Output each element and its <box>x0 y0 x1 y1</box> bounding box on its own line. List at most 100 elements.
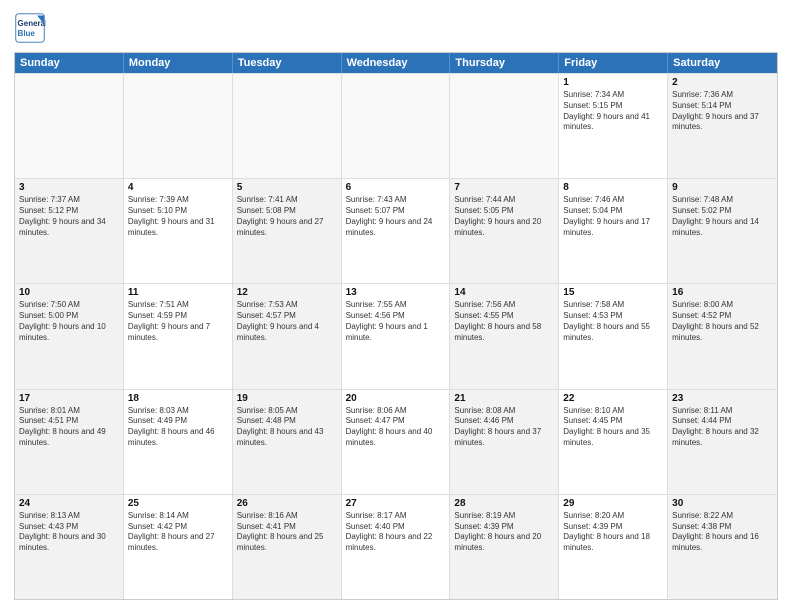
day-info: Sunrise: 7:43 AM Sunset: 5:07 PM Dayligh… <box>346 195 446 238</box>
day-number: 5 <box>237 182 337 193</box>
cal-cell-day: 5 Sunrise: 7:41 AM Sunset: 5:08 PM Daylig… <box>233 179 342 283</box>
day-info: Sunrise: 7:37 AM Sunset: 5:12 PM Dayligh… <box>19 195 119 238</box>
day-info: Sunrise: 8:01 AM Sunset: 4:51 PM Dayligh… <box>19 406 119 449</box>
cal-cell-day: 3 Sunrise: 7:37 AM Sunset: 5:12 PM Daylig… <box>15 179 124 283</box>
day-number: 10 <box>19 287 119 298</box>
calendar: SundayMondayTuesdayWednesdayThursdayFrid… <box>14 52 778 600</box>
cal-cell-day: 6 Sunrise: 7:43 AM Sunset: 5:07 PM Daylig… <box>342 179 451 283</box>
day-info: Sunrise: 8:14 AM Sunset: 4:42 PM Dayligh… <box>128 511 228 554</box>
day-number: 29 <box>563 498 663 509</box>
day-number: 3 <box>19 182 119 193</box>
day-info: Sunrise: 8:20 AM Sunset: 4:39 PM Dayligh… <box>563 511 663 554</box>
day-number: 24 <box>19 498 119 509</box>
day-number: 16 <box>672 287 773 298</box>
day-number: 8 <box>563 182 663 193</box>
cal-cell-empty <box>233 74 342 178</box>
cal-cell-day: 22 Sunrise: 8:10 AM Sunset: 4:45 PM Dayli… <box>559 390 668 494</box>
calendar-row: 24 Sunrise: 8:13 AM Sunset: 4:43 PM Dayli… <box>15 494 777 599</box>
calendar-row: 17 Sunrise: 8:01 AM Sunset: 4:51 PM Dayli… <box>15 389 777 494</box>
day-info: Sunrise: 7:58 AM Sunset: 4:53 PM Dayligh… <box>563 300 663 343</box>
cal-cell-day: 17 Sunrise: 8:01 AM Sunset: 4:51 PM Dayli… <box>15 390 124 494</box>
day-number: 19 <box>237 393 337 404</box>
logo: General Blue <box>14 12 46 44</box>
svg-text:Blue: Blue <box>18 29 36 38</box>
cal-header-cell: Friday <box>559 53 668 73</box>
day-number: 9 <box>672 182 773 193</box>
day-number: 7 <box>454 182 554 193</box>
cal-header-cell: Monday <box>124 53 233 73</box>
day-info: Sunrise: 8:03 AM Sunset: 4:49 PM Dayligh… <box>128 406 228 449</box>
cal-cell-day: 24 Sunrise: 8:13 AM Sunset: 4:43 PM Dayli… <box>15 495 124 599</box>
day-info: Sunrise: 7:41 AM Sunset: 5:08 PM Dayligh… <box>237 195 337 238</box>
day-info: Sunrise: 8:11 AM Sunset: 4:44 PM Dayligh… <box>672 406 773 449</box>
cal-cell-empty <box>450 74 559 178</box>
day-number: 17 <box>19 393 119 404</box>
day-number: 23 <box>672 393 773 404</box>
cal-cell-day: 21Sunrise: 8:08 AM Sunset: 4:46 PM Dayli… <box>450 390 559 494</box>
day-info: Sunrise: 8:16 AM Sunset: 4:41 PM Dayligh… <box>237 511 337 554</box>
day-info: Sunrise: 7:56 AM Sunset: 4:55 PM Dayligh… <box>454 300 554 343</box>
day-number: 15 <box>563 287 663 298</box>
cal-cell-day: 20Sunrise: 8:06 AM Sunset: 4:47 PM Dayli… <box>342 390 451 494</box>
cal-header-cell: Sunday <box>15 53 124 73</box>
cal-header-cell: Wednesday <box>342 53 451 73</box>
cal-cell-day: 15 Sunrise: 7:58 AM Sunset: 4:53 PM Dayli… <box>559 284 668 388</box>
cal-header-cell: Saturday <box>668 53 777 73</box>
day-info: Sunrise: 8:19 AM Sunset: 4:39 PM Dayligh… <box>454 511 554 554</box>
cal-cell-day: 19 Sunrise: 8:05 AM Sunset: 4:48 PM Dayli… <box>233 390 342 494</box>
day-number: 26 <box>237 498 337 509</box>
cal-header-cell: Tuesday <box>233 53 342 73</box>
day-info: Sunrise: 8:10 AM Sunset: 4:45 PM Dayligh… <box>563 406 663 449</box>
cal-cell-empty <box>15 74 124 178</box>
calendar-row: 3 Sunrise: 7:37 AM Sunset: 5:12 PM Daylig… <box>15 178 777 283</box>
day-info: Sunrise: 8:17 AM Sunset: 4:40 PM Dayligh… <box>346 511 446 554</box>
day-info: Sunrise: 7:39 AM Sunset: 5:10 PM Dayligh… <box>128 195 228 238</box>
cal-cell-day: 10 Sunrise: 7:50 AM Sunset: 5:00 PM Dayli… <box>15 284 124 388</box>
cal-cell-day: 8 Sunrise: 7:46 AM Sunset: 5:04 PM Daylig… <box>559 179 668 283</box>
day-number: 1 <box>563 77 663 88</box>
day-info: Sunrise: 7:46 AM Sunset: 5:04 PM Dayligh… <box>563 195 663 238</box>
calendar-header: SundayMondayTuesdayWednesdayThursdayFrid… <box>15 53 777 73</box>
day-info: Sunrise: 8:00 AM Sunset: 4:52 PM Dayligh… <box>672 300 773 343</box>
cal-cell-day: 14 Sunrise: 7:56 AM Sunset: 4:55 PM Dayli… <box>450 284 559 388</box>
day-info: Sunrise: 7:44 AM Sunset: 5:05 PM Dayligh… <box>454 195 554 238</box>
cal-cell-day: 2Sunrise: 7:36 AM Sunset: 5:14 PM Daylig… <box>668 74 777 178</box>
cal-cell-day: 18 Sunrise: 8:03 AM Sunset: 4:49 PM Dayli… <box>124 390 233 494</box>
day-number: 28 <box>454 498 554 509</box>
cal-cell-day: 27 Sunrise: 8:17 AM Sunset: 4:40 PM Dayli… <box>342 495 451 599</box>
cal-cell-day: 11Sunrise: 7:51 AM Sunset: 4:59 PM Dayli… <box>124 284 233 388</box>
day-number: 22 <box>563 393 663 404</box>
day-info: Sunrise: 7:48 AM Sunset: 5:02 PM Dayligh… <box>672 195 773 238</box>
cal-cell-day: 23 Sunrise: 8:11 AM Sunset: 4:44 PM Dayli… <box>668 390 777 494</box>
cal-cell-day: 26 Sunrise: 8:16 AM Sunset: 4:41 PM Dayli… <box>233 495 342 599</box>
cal-cell-day: 7 Sunrise: 7:44 AM Sunset: 5:05 PM Daylig… <box>450 179 559 283</box>
day-info: Sunrise: 7:50 AM Sunset: 5:00 PM Dayligh… <box>19 300 119 343</box>
day-number: 18 <box>128 393 228 404</box>
cal-header-cell: Thursday <box>450 53 559 73</box>
day-number: 2 <box>672 77 773 88</box>
day-number: 6 <box>346 182 446 193</box>
day-number: 13 <box>346 287 446 298</box>
day-info: Sunrise: 7:55 AM Sunset: 4:56 PM Dayligh… <box>346 300 446 343</box>
cal-cell-day: 1 Sunrise: 7:34 AM Sunset: 5:15 PM Daylig… <box>559 74 668 178</box>
calendar-body: 1 Sunrise: 7:34 AM Sunset: 5:15 PM Daylig… <box>15 73 777 599</box>
day-number: 11 <box>128 287 228 298</box>
day-info: Sunrise: 8:22 AM Sunset: 4:38 PM Dayligh… <box>672 511 773 554</box>
cal-cell-day: 4Sunrise: 7:39 AM Sunset: 5:10 PM Daylig… <box>124 179 233 283</box>
day-info: Sunrise: 8:08 AM Sunset: 4:46 PM Dayligh… <box>454 406 554 449</box>
logo-icon: General Blue <box>14 12 46 44</box>
calendar-row: 1 Sunrise: 7:34 AM Sunset: 5:15 PM Daylig… <box>15 73 777 178</box>
cal-cell-day: 12Sunrise: 7:53 AM Sunset: 4:57 PM Dayli… <box>233 284 342 388</box>
cal-cell-day: 16 Sunrise: 8:00 AM Sunset: 4:52 PM Dayli… <box>668 284 777 388</box>
day-number: 14 <box>454 287 554 298</box>
cal-cell-day: 29 Sunrise: 8:20 AM Sunset: 4:39 PM Dayli… <box>559 495 668 599</box>
day-number: 25 <box>128 498 228 509</box>
day-info: Sunrise: 8:13 AM Sunset: 4:43 PM Dayligh… <box>19 511 119 554</box>
cal-cell-empty <box>342 74 451 178</box>
day-info: Sunrise: 8:05 AM Sunset: 4:48 PM Dayligh… <box>237 406 337 449</box>
cal-cell-day: 28 Sunrise: 8:19 AM Sunset: 4:39 PM Dayli… <box>450 495 559 599</box>
day-info: Sunrise: 7:34 AM Sunset: 5:15 PM Dayligh… <box>563 90 663 133</box>
cal-cell-empty <box>124 74 233 178</box>
day-number: 27 <box>346 498 446 509</box>
cal-cell-day: 30Sunrise: 8:22 AM Sunset: 4:38 PM Dayli… <box>668 495 777 599</box>
